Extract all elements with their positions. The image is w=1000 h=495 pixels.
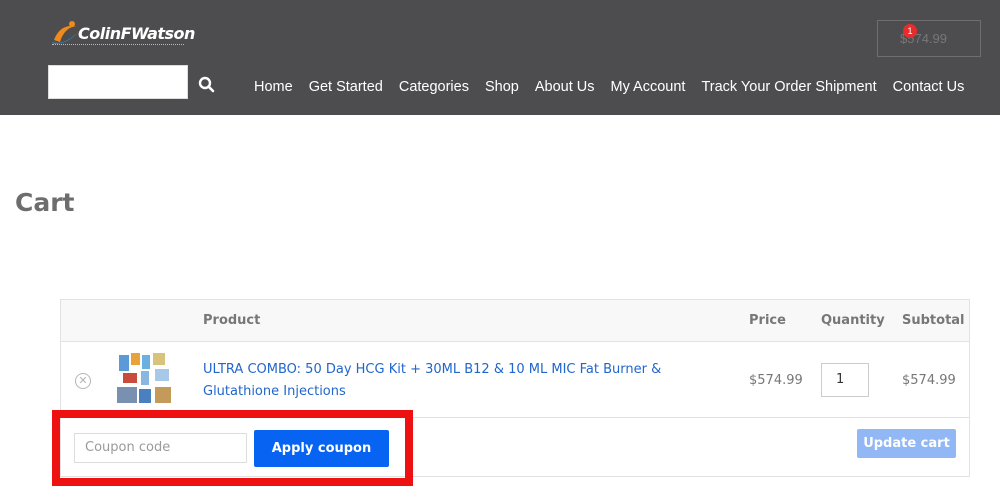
logo-text: ColinFWatson	[78, 24, 195, 43]
quantity-input[interactable]: 1	[821, 363, 869, 397]
nav-categories[interactable]: Categories	[391, 79, 477, 95]
table-header: Product Price Quantity Subtotal	[61, 300, 969, 342]
nav-track-order[interactable]: Track Your Order Shipment	[693, 79, 884, 95]
product-thumbnail[interactable]	[115, 351, 175, 406]
nav-get-started[interactable]: Get Started	[301, 79, 391, 95]
nav-about-us[interactable]: About Us	[527, 79, 603, 95]
column-quantity: Quantity	[821, 313, 885, 328]
mini-cart-button[interactable]: 1 $574.99	[877, 20, 981, 57]
product-price: $574.99	[749, 373, 803, 388]
logo-tagline	[52, 44, 184, 47]
highlight-box	[52, 410, 413, 486]
update-cart-button[interactable]: Update cart	[857, 429, 956, 458]
product-name-link[interactable]: ULTRA COMBO: 50 Day HCG Kit + 30ML B12 &…	[203, 359, 733, 403]
search-input[interactable]	[48, 65, 188, 99]
close-circle-icon[interactable]: ✕	[75, 373, 91, 389]
site-header: ColinFWatson Home Get Started Categories…	[0, 0, 1000, 115]
nav-shop[interactable]: Shop	[477, 79, 527, 95]
product-subtotal: $574.99	[902, 373, 956, 388]
site-logo[interactable]: ColinFWatson	[50, 18, 195, 52]
cart-count-badge: 1	[903, 24, 917, 38]
main-nav: Home Get Started Categories Shop About U…	[246, 79, 972, 95]
nav-my-account[interactable]: My Account	[603, 79, 694, 95]
search-icon[interactable]	[198, 76, 216, 94]
nav-contact-us[interactable]: Contact Us	[885, 79, 973, 95]
column-price: Price	[749, 313, 786, 328]
nav-home[interactable]: Home	[246, 79, 301, 95]
column-subtotal: Subtotal	[902, 313, 965, 328]
table-row: ✕ ULTRA COMBO: 50 Day HCG Kit + 30ML B12…	[61, 342, 969, 418]
column-product: Product	[203, 313, 261, 328]
page-title: Cart	[15, 188, 75, 217]
